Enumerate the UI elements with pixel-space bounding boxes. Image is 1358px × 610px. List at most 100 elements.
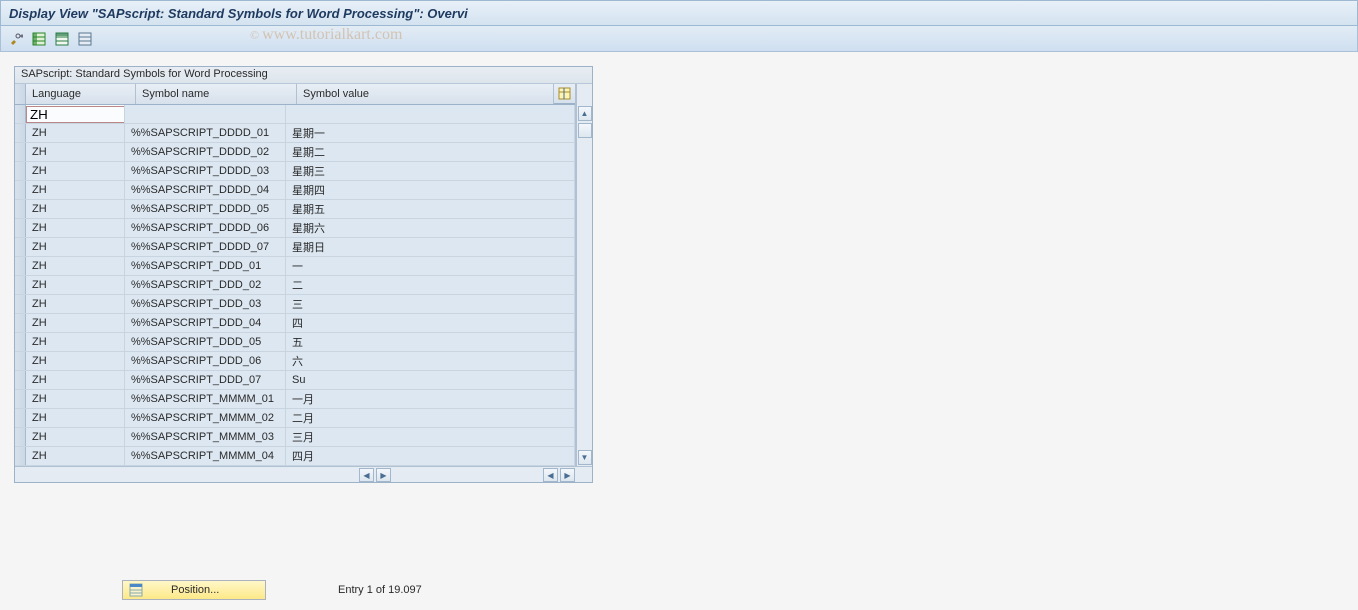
language-cell[interactable]: ZH xyxy=(26,219,125,237)
symbol-value-cell[interactable]: 星期五 xyxy=(286,200,575,218)
select-block-button[interactable] xyxy=(76,30,94,48)
symbol-value-cell[interactable]: 星期四 xyxy=(286,181,575,199)
scroll-left-button-2[interactable]: ◀ xyxy=(543,468,558,482)
toggle-edit-button[interactable] xyxy=(7,30,25,48)
symbol-value-cell[interactable]: 星期三 xyxy=(286,162,575,180)
language-cell[interactable]: ZH xyxy=(26,257,125,275)
page-title: Display View "SAPscript: Standard Symbol… xyxy=(9,6,468,21)
symbol-value-cell[interactable]: 星期一 xyxy=(286,124,575,142)
symbol-name-cell[interactable]: %%SAPSCRIPT_DDD_07 xyxy=(125,371,286,389)
table-panel: SAPscript: Standard Symbols for Word Pro… xyxy=(14,66,593,483)
row-selector[interactable] xyxy=(15,219,26,237)
symbol-name-cell[interactable]: %%SAPSCRIPT_DDDD_06 xyxy=(125,219,286,237)
language-cell[interactable]: ZH xyxy=(26,352,125,370)
symbol-name-cell[interactable]: %%SAPSCRIPT_MMMM_03 xyxy=(125,428,286,446)
symbol-value-cell[interactable]: 四月 xyxy=(286,447,575,465)
horizontal-scrollbar[interactable]: ◀ ▶ ◀ ▶ xyxy=(15,466,592,482)
language-cell[interactable]: ZH xyxy=(26,124,125,142)
symbol-value-cell[interactable]: 一月 xyxy=(286,390,575,408)
vertical-scrollbar[interactable]: ▲ ▼ xyxy=(576,84,592,466)
deselect-all-button[interactable] xyxy=(53,30,71,48)
row-selector[interactable] xyxy=(15,333,26,351)
scroll-right-button-2[interactable]: ▶ xyxy=(560,468,575,482)
table-row: ZH%%SAPSCRIPT_DDDD_02星期二 xyxy=(15,143,575,162)
symbol-name-cell[interactable]: %%SAPSCRIPT_DDDD_07 xyxy=(125,238,286,256)
symbol-value-cell[interactable]: 一 xyxy=(286,257,575,275)
language-cell[interactable]: ZH xyxy=(26,428,125,446)
row-selector[interactable] xyxy=(15,276,26,294)
symbol-name-cell[interactable]: %%SAPSCRIPT_MMMM_04 xyxy=(125,447,286,465)
language-cell[interactable]: ZH xyxy=(26,238,125,256)
position-button[interactable]: Position... xyxy=(122,580,266,600)
symbol-value-cell[interactable]: 星期二 xyxy=(286,143,575,161)
row-selector[interactable] xyxy=(15,409,26,427)
symbol-value-cell[interactable]: 星期日 xyxy=(286,238,575,256)
symbol-value-cell[interactable]: 六 xyxy=(286,352,575,370)
table-settings-button[interactable] xyxy=(554,84,575,104)
scroll-down-button[interactable]: ▼ xyxy=(578,450,592,465)
symbol-value-cell[interactable]: 二月 xyxy=(286,409,575,427)
language-cell[interactable]: ZH xyxy=(26,390,125,408)
row-selector[interactable] xyxy=(15,428,26,446)
row-selector[interactable] xyxy=(15,295,26,313)
symbol-name-cell[interactable]: %%SAPSCRIPT_DDDD_01 xyxy=(125,124,286,142)
row-selector[interactable] xyxy=(15,124,26,142)
select-all-button[interactable] xyxy=(30,30,48,48)
row-selector[interactable] xyxy=(15,390,26,408)
symbol-name-cell[interactable]: %%SAPSCRIPT_DDD_02 xyxy=(125,276,286,294)
row-selector[interactable] xyxy=(15,181,26,199)
symbol-name-cell[interactable] xyxy=(125,105,286,123)
language-cell[interactable]: ZH xyxy=(26,409,125,427)
row-selector[interactable] xyxy=(15,447,26,465)
language-cell[interactable]: ZH xyxy=(26,295,125,313)
symbol-name-cell[interactable]: %%SAPSCRIPT_DDD_04 xyxy=(125,314,286,332)
language-cell[interactable]: ZH xyxy=(26,447,125,465)
symbol-name-cell[interactable]: %%SAPSCRIPT_DDD_03 xyxy=(125,295,286,313)
col-header-language[interactable]: Language xyxy=(26,84,136,104)
table-row: ZH%%SAPSCRIPT_DDDD_07星期日 xyxy=(15,238,575,257)
symbol-value-cell[interactable]: 四 xyxy=(286,314,575,332)
language-cell[interactable]: ZH xyxy=(26,276,125,294)
scroll-thumb[interactable] xyxy=(578,123,592,138)
row-selector[interactable] xyxy=(15,314,26,332)
row-selector[interactable] xyxy=(15,200,26,218)
row-selector[interactable] xyxy=(15,238,26,256)
language-input[interactable] xyxy=(26,106,125,123)
col-header-symbol-value[interactable]: Symbol value xyxy=(297,84,554,104)
language-cell[interactable]: ZH xyxy=(26,333,125,351)
symbol-value-cell[interactable]: 三 xyxy=(286,295,575,313)
language-cell[interactable]: ZH xyxy=(26,200,125,218)
language-cell[interactable]: ZH xyxy=(26,181,125,199)
symbol-name-cell[interactable]: %%SAPSCRIPT_DDDD_05 xyxy=(125,200,286,218)
scroll-right-button[interactable]: ▶ xyxy=(376,468,391,482)
scroll-up-button[interactable]: ▲ xyxy=(578,106,592,121)
symbol-value-cell[interactable]: 二 xyxy=(286,276,575,294)
row-selector[interactable] xyxy=(15,162,26,180)
col-header-symbol-name[interactable]: Symbol name xyxy=(136,84,297,104)
language-cell[interactable]: ZH xyxy=(26,371,125,389)
symbol-name-cell[interactable]: %%SAPSCRIPT_MMMM_02 xyxy=(125,409,286,427)
symbol-name-cell[interactable]: %%SAPSCRIPT_DDDD_03 xyxy=(125,162,286,180)
symbol-value-cell[interactable]: 星期六 xyxy=(286,219,575,237)
symbol-value-cell[interactable]: 五 xyxy=(286,333,575,351)
symbol-value-cell[interactable]: 三月 xyxy=(286,428,575,446)
language-cell[interactable]: ZH xyxy=(26,143,125,161)
language-cell[interactable]: ZH xyxy=(26,314,125,332)
scroll-left-button[interactable]: ◀ xyxy=(359,468,374,482)
symbol-name-cell[interactable]: %%SAPSCRIPT_DDD_06 xyxy=(125,352,286,370)
row-selector[interactable] xyxy=(15,143,26,161)
symbol-name-cell[interactable]: %%SAPSCRIPT_DDD_05 xyxy=(125,333,286,351)
symbol-name-cell[interactable]: %%SAPSCRIPT_DDD_01 xyxy=(125,257,286,275)
data-grid: Language Symbol name Symbol value xyxy=(15,84,576,466)
row-selector[interactable] xyxy=(15,105,26,123)
symbol-value-cell[interactable] xyxy=(286,105,575,123)
symbol-name-cell[interactable]: %%SAPSCRIPT_DDDD_02 xyxy=(125,143,286,161)
row-selector[interactable] xyxy=(15,257,26,275)
symbol-name-cell[interactable]: %%SAPSCRIPT_DDDD_04 xyxy=(125,181,286,199)
symbol-name-cell[interactable]: %%SAPSCRIPT_MMMM_01 xyxy=(125,390,286,408)
language-cell[interactable]: ZH xyxy=(26,162,125,180)
row-selector-header[interactable] xyxy=(15,84,26,104)
symbol-value-cell[interactable]: Su xyxy=(286,371,575,389)
row-selector[interactable] xyxy=(15,352,26,370)
row-selector[interactable] xyxy=(15,371,26,389)
